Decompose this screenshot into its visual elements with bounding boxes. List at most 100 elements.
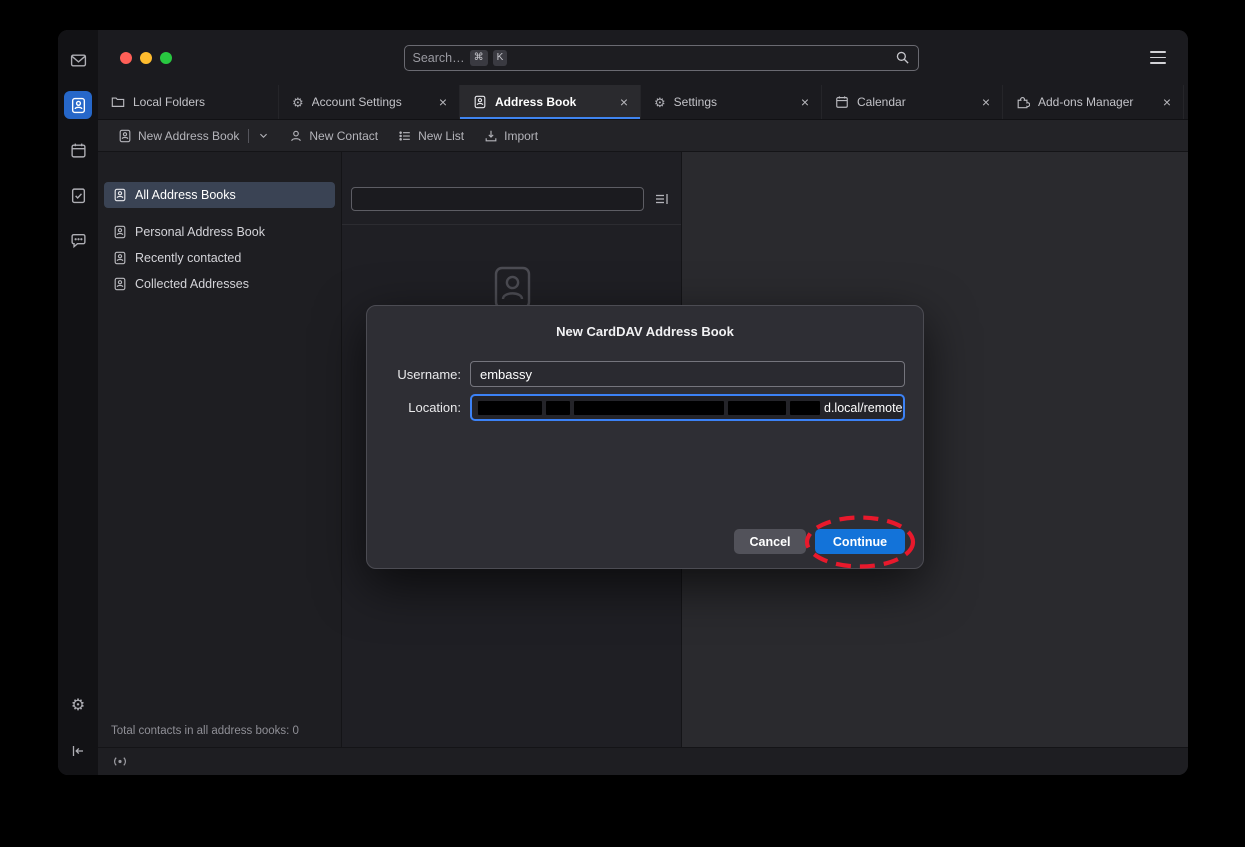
search-icon (895, 50, 910, 65)
import-icon (484, 129, 498, 143)
tasks-icon (70, 187, 87, 204)
import-label: Import (504, 129, 538, 143)
folder-personal-address-book[interactable]: Personal Address Book (104, 219, 335, 245)
display-options-button[interactable] (652, 189, 672, 209)
location-label: Location: (385, 400, 461, 415)
search-placeholder: Search… (413, 51, 465, 65)
new-contact-icon (289, 129, 303, 143)
tab-account-settings[interactable]: ⚙ Account Settings × (279, 85, 460, 119)
tab-bar: Local Folders ⚙ Account Settings × Addre… (98, 85, 1188, 120)
addressbook-toolbar: New Address Book New Contact New List Im… (98, 120, 1188, 152)
folder-collected-addresses[interactable]: Collected Addresses (104, 271, 335, 297)
mail-icon (70, 52, 87, 69)
tab-label: Calendar (857, 95, 972, 109)
username-label: Username: (385, 367, 461, 382)
cards-separator (342, 224, 681, 225)
address-book-icon (113, 277, 127, 291)
cards-search-row (342, 187, 681, 211)
addressbook-space-button[interactable] (64, 91, 92, 119)
close-tab-icon[interactable]: × (618, 94, 630, 110)
new-address-book-label: New Address Book (138, 129, 239, 143)
address-book-icon (113, 225, 127, 239)
collapse-icon (70, 743, 86, 759)
network-status-icon[interactable] (111, 754, 129, 769)
display-options-icon (654, 191, 670, 207)
puzzle-icon (1016, 95, 1030, 109)
redaction-bar (574, 401, 724, 415)
tab-label: Local Folders (133, 95, 268, 109)
new-contact-label: New Contact (309, 129, 378, 143)
new-list-button[interactable]: New List (398, 129, 464, 143)
chat-space-button[interactable] (64, 226, 92, 254)
minimize-window-button[interactable] (140, 52, 152, 64)
calendar-space-button[interactable] (64, 136, 92, 164)
tab-calendar[interactable]: Calendar × (822, 85, 1003, 119)
redaction-bar (478, 401, 542, 415)
split-button-separator (248, 129, 249, 143)
new-list-label: New List (418, 129, 464, 143)
titlebar: Search… ⌘ K (98, 30, 1188, 85)
global-search-input[interactable]: Search… ⌘ K (404, 45, 919, 71)
k-key-badge: K (493, 50, 508, 66)
cmd-key-badge: ⌘ (470, 50, 488, 66)
zoom-window-button[interactable] (160, 52, 172, 64)
tab-settings[interactable]: ⚙ Settings × (641, 85, 822, 119)
import-button[interactable]: Import (484, 129, 538, 143)
folder-label: Personal Address Book (135, 225, 265, 239)
tab-label: Address Book (495, 95, 610, 109)
folder-group: Personal Address Book Recently contacted… (98, 219, 341, 297)
app-menu-button[interactable] (1150, 47, 1166, 67)
mail-space-button[interactable] (64, 46, 92, 74)
new-carddav-dialog: New CardDAV Address Book Username: Locat… (366, 305, 924, 569)
new-contact-button[interactable]: New Contact (289, 129, 378, 143)
tab-label: Account Settings (312, 95, 429, 109)
gear-icon: ⚙ (654, 96, 666, 109)
account-settings-icon: ⚙ (292, 96, 304, 109)
settings-button[interactable]: ⚙ (64, 692, 92, 720)
redaction-bar (546, 401, 570, 415)
close-window-button[interactable] (120, 52, 132, 64)
folder-label: Collected Addresses (135, 277, 249, 291)
new-list-icon (398, 129, 412, 143)
app-window: ⚙ Search… ⌘ K (58, 30, 1188, 775)
cancel-button[interactable]: Cancel (734, 529, 806, 554)
folder-icon (111, 95, 125, 109)
calendar-icon (70, 142, 87, 159)
contacts-search-input[interactable] (351, 187, 644, 211)
collapse-spaces-button[interactable] (64, 737, 92, 765)
location-input[interactable]: d.local/remote.p (470, 394, 905, 421)
close-tab-icon[interactable]: × (437, 94, 449, 110)
location-visible-text: d.local/remote.p (824, 401, 905, 415)
folder-label: All Address Books (135, 188, 236, 202)
dialog-title: New CardDAV Address Book (385, 324, 905, 339)
address-book-icon (70, 97, 87, 114)
folder-label: Recently contacted (135, 251, 241, 265)
spaces-toolbar: ⚙ (58, 30, 98, 775)
dialog-buttons: Cancel Continue (385, 529, 905, 554)
tasks-space-button[interactable] (64, 181, 92, 209)
continue-button[interactable]: Continue (815, 529, 905, 554)
address-book-icon (113, 251, 127, 265)
close-tab-icon[interactable]: × (1161, 94, 1173, 110)
address-book-icon (113, 188, 127, 202)
close-tab-icon[interactable]: × (980, 94, 992, 110)
username-input[interactable] (470, 361, 905, 387)
address-book-icon (473, 95, 487, 109)
tab-local-folders[interactable]: Local Folders (98, 85, 279, 119)
folder-pane: All Address Books Personal Address Book … (98, 152, 342, 747)
window-controls (120, 52, 172, 64)
redaction-bar (728, 401, 786, 415)
tab-label: Add-ons Manager (1038, 95, 1153, 109)
location-row: Location: d.local/remote.p (385, 394, 905, 421)
folder-all-address-books[interactable]: All Address Books (104, 182, 335, 208)
chevron-down-icon[interactable] (258, 130, 269, 141)
tab-address-book[interactable]: Address Book × (460, 85, 641, 119)
calendar-icon (835, 95, 849, 109)
new-address-book-icon (118, 129, 132, 143)
tab-addons-manager[interactable]: Add-ons Manager × (1003, 85, 1184, 119)
contacts-count-status: Total contacts in all address books: 0 (98, 715, 341, 747)
new-address-book-button[interactable]: New Address Book (118, 129, 269, 143)
tab-label: Settings (674, 95, 791, 109)
folder-recently-contacted[interactable]: Recently contacted (104, 245, 335, 271)
close-tab-icon[interactable]: × (799, 94, 811, 110)
